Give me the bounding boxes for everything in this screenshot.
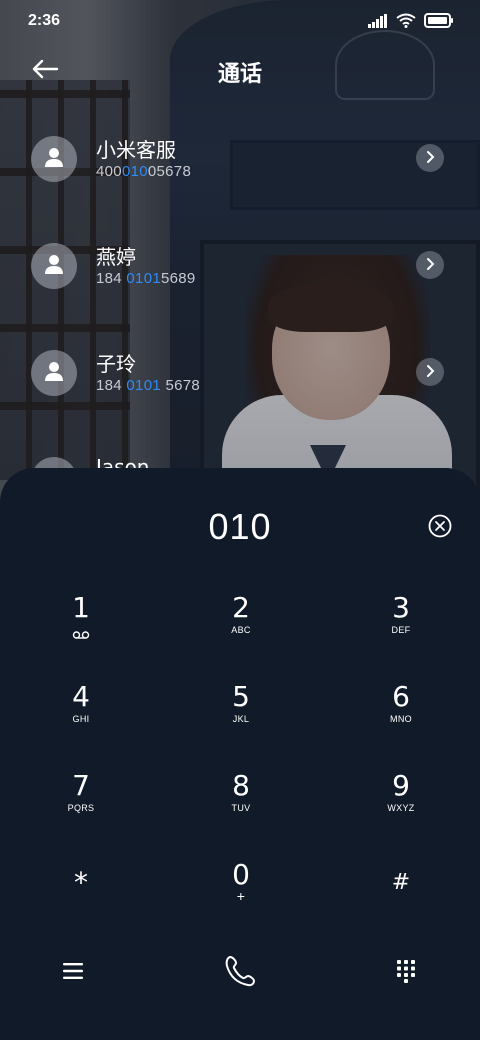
header: 通话 [0,48,480,92]
page-title: 通话 [217,62,262,87]
avatar [31,136,77,182]
key-letters: WXYZ [387,803,415,813]
number-match-highlight: 0101 [126,270,161,287]
contact-detail-button[interactable] [416,144,444,172]
key-digit: 9 [392,769,410,802]
key-2[interactable]: 2 ABC [181,593,301,663]
key-digit: 7 [72,769,90,802]
status-icons [368,13,454,28]
key-letters: ABC [231,625,251,635]
clear-icon [428,514,452,542]
key-letters: GHI [72,714,90,724]
menu-button[interactable] [48,948,98,998]
call-button[interactable] [215,948,265,998]
contact-name: 子玲 [96,352,136,376]
contact-item[interactable]: 小米客服 40001005678 [0,128,480,192]
key-9[interactable]: 9 WXYZ [341,771,461,841]
key-digit: 6 [392,680,410,713]
key-digit: 1 [72,591,90,624]
contact-number: 40001005678 [96,163,192,180]
key-letters: MNO [390,714,412,724]
contact-number: 184 01015689 [96,270,196,287]
contact-detail-button[interactable] [416,251,444,279]
dialpad-toggle-button[interactable] [381,948,431,998]
key-digit: 8 [232,769,250,802]
key-letters: TUV [231,803,251,813]
voicemail-icon [72,625,90,639]
person-icon [43,146,65,172]
call-icon [224,954,256,992]
key-8[interactable]: 8 TUV [181,771,301,841]
key-star[interactable]: * [21,868,141,938]
dialpad-bottom-bar [0,948,480,998]
contact-item[interactable]: 子玲 184 0101 5678 [0,342,480,406]
key-letters: JKL [232,714,250,724]
key-5[interactable]: 5 JKL [181,682,301,752]
contact-detail-button[interactable] [416,358,444,386]
dialed-number-display[interactable]: 010 [0,506,480,548]
key-digit: * [74,866,88,899]
key-hash[interactable]: # [341,868,461,938]
key-1[interactable]: 1 [21,593,141,663]
key-6[interactable]: 6 MNO [341,682,461,752]
number-match-highlight: 0101 [126,377,161,394]
key-letters: + [236,888,246,904]
chevron-right-icon [425,256,435,275]
dialpad-toggle-icon [396,959,416,987]
avatar [31,243,77,289]
key-digit: 3 [392,591,410,624]
status-bar: 2:36 [0,0,480,42]
avatar [31,350,77,396]
battery-icon [424,13,454,28]
key-7[interactable]: 7 PQRS [21,771,141,841]
key-digit: 4 [72,680,90,713]
key-digit: 5 [232,680,250,713]
contact-item[interactable]: 燕婷 184 01015689 [0,235,480,299]
contact-name: 燕婷 [96,245,136,269]
key-digit: 0 [232,858,250,891]
key-0[interactable]: 0 + [181,860,301,930]
chevron-right-icon [425,363,435,382]
wifi-icon [396,13,416,28]
key-letters: DEF [391,625,411,635]
key-4[interactable]: 4 GHI [21,682,141,752]
menu-icon [63,962,83,984]
person-icon [43,253,65,279]
chevron-right-icon [425,149,435,168]
dialpad-panel: 010 1 2 ABC 3 DEF 4 GHI 5 JKL 6 MNO 7 PQ… [0,468,480,1040]
key-letters: PQRS [67,803,95,813]
key-digit: # [391,870,411,895]
status-time: 2:36 [28,12,61,29]
key-digit: 2 [232,591,250,624]
signal-icon [368,13,388,28]
number-match-highlight: 010 [121,163,148,180]
person-icon [43,360,65,386]
contact-number: 184 0101 5678 [96,377,201,394]
key-3[interactable]: 3 DEF [341,593,461,663]
clear-input-button[interactable] [428,514,452,538]
contact-name: 小米客服 [96,138,176,162]
